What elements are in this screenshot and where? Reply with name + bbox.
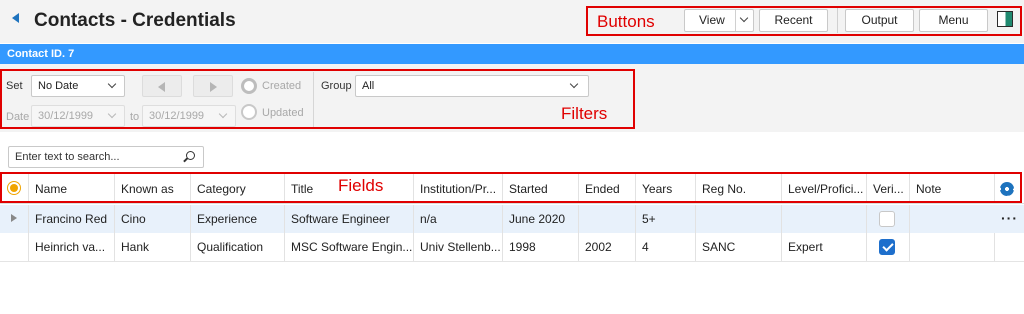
recent-button-label: Recent	[774, 13, 813, 27]
search-icon[interactable]	[186, 151, 195, 160]
buttons-annotation-label: Buttons	[597, 12, 655, 31]
checkbox-icon[interactable]	[879, 239, 895, 255]
cell-category: Qualification	[190, 233, 284, 261]
cell-known-as: Hank	[114, 233, 190, 261]
fields-annotation-label: Fields	[338, 176, 384, 195]
cell-verified	[866, 233, 909, 261]
more-icon[interactable]: ···	[1001, 205, 1018, 231]
filters-annotation-label: Filters	[561, 104, 608, 123]
cell-years: 4	[635, 233, 695, 261]
cell-actions	[994, 233, 1024, 261]
cell-name: Heinrich va...	[28, 233, 114, 261]
cell-institution: n/a	[413, 205, 502, 233]
checkbox-icon[interactable]	[879, 211, 895, 227]
back-arrow-icon[interactable]	[12, 13, 19, 23]
view-button-separator	[735, 10, 736, 31]
recent-button[interactable]: Recent	[759, 9, 828, 32]
cell-known-as: Cino	[114, 205, 190, 233]
contact-id-bar: Contact ID. 7	[0, 44, 1024, 64]
fields-annotation-box	[0, 172, 1022, 203]
cell-started: 1998	[502, 233, 578, 261]
page-title: Contacts - Credentials	[34, 10, 236, 31]
cell-ended	[578, 205, 635, 233]
expand-row-icon[interactable]	[11, 214, 17, 222]
table-row[interactable]: Heinrich va... Hank Qualification MSC So…	[0, 233, 1024, 262]
cell-level: Expert	[781, 233, 866, 261]
cell-verified	[866, 205, 909, 233]
search-input[interactable]	[8, 146, 204, 168]
cell-started: June 2020	[502, 205, 578, 233]
menu-button-label: Menu	[938, 13, 969, 27]
panel-toggle-icon[interactable]	[997, 11, 1013, 27]
cell-institution: Univ Stellenb...	[413, 233, 502, 261]
cell-reg-no	[695, 205, 781, 233]
filters-annotation-box	[0, 69, 635, 129]
cell-reg-no: SANC	[695, 233, 781, 261]
view-button-label: View	[699, 13, 725, 27]
menu-button[interactable]: Menu	[919, 9, 988, 32]
header-divider	[837, 8, 838, 33]
output-button-label: Output	[861, 13, 898, 27]
cell-name: Francino Red	[28, 205, 114, 233]
table-row[interactable]: Francino Red Cino Experience Software En…	[0, 205, 1024, 233]
cell-title: Software Engineer	[284, 205, 413, 233]
cell-title: MSC Software Engin...	[284, 233, 413, 261]
cell-category: Experience	[190, 205, 284, 233]
cell-note	[909, 205, 994, 233]
cell-years: 5+	[635, 205, 695, 233]
output-button[interactable]: Output	[845, 9, 914, 32]
cell-ended: 2002	[578, 233, 635, 261]
cell-note	[909, 233, 994, 261]
header-bar: Contacts - Credentials Buttons View Rece…	[0, 0, 1024, 43]
cell-level	[781, 205, 866, 233]
